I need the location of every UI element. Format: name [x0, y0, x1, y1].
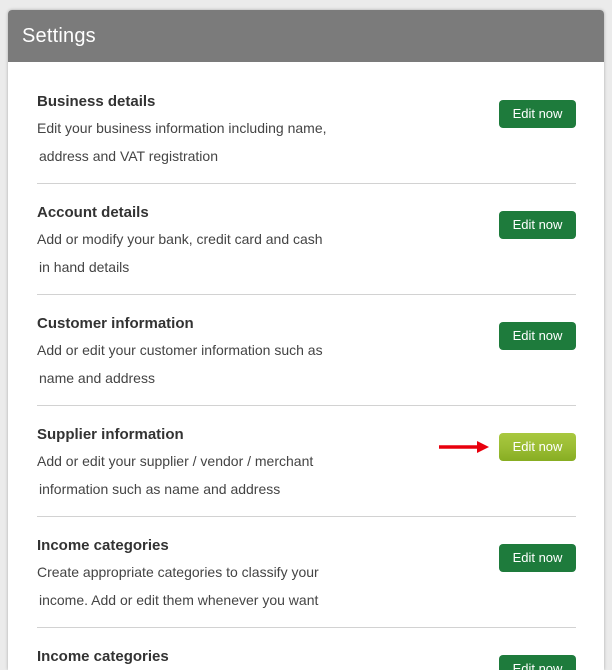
- row-title: Income categories: [37, 537, 169, 554]
- settings-page: Settings Business details Edit your busi…: [0, 0, 612, 670]
- row-description-line-2: in hand details: [39, 259, 130, 275]
- row-description-line-1: Add or edit your supplier / vendor / mer…: [37, 453, 314, 469]
- row-text: Business details Edit your business info…: [37, 92, 467, 170]
- row-description-line-2: address and VAT registration: [39, 148, 218, 164]
- settings-row-income-categories-1: Income categories Create appropriate cat…: [37, 536, 576, 628]
- settings-list: Business details Edit your business info…: [8, 62, 604, 670]
- row-title: Account details: [37, 204, 149, 221]
- page-title: Settings: [22, 25, 96, 47]
- edit-now-button[interactable]: Edit now: [499, 100, 576, 128]
- settings-row-customer-information: Customer information Add or edit your cu…: [37, 314, 576, 406]
- row-description-line-2: income. Add or edit them whenever you wa…: [39, 592, 319, 608]
- edit-now-button[interactable]: Edit now: [499, 433, 576, 461]
- row-text: Account details Add or modify your bank,…: [37, 203, 467, 281]
- settings-row-business-details: Business details Edit your business info…: [37, 92, 576, 184]
- row-title: Income categories: [37, 648, 169, 665]
- edit-now-button[interactable]: Edit now: [499, 544, 576, 572]
- settings-card: Settings Business details Edit your busi…: [8, 10, 604, 670]
- edit-now-button[interactable]: Edit now: [499, 211, 576, 239]
- row-title: Business details: [37, 93, 156, 110]
- row-description-line-1: Edit your business information including…: [37, 120, 327, 136]
- settings-row-account-details: Account details Add or modify your bank,…: [37, 203, 576, 295]
- row-description-line-1: Add or modify your bank, credit card and…: [37, 231, 323, 247]
- settings-row-supplier-information: Supplier information Add or edit your su…: [37, 425, 576, 517]
- card-header: Settings: [8, 10, 604, 62]
- row-title: Customer information: [37, 315, 194, 332]
- row-text: Customer information Add or edit your cu…: [37, 314, 467, 392]
- row-text: Supplier information Add or edit your su…: [37, 425, 467, 503]
- row-text: Income categories Create appropriate cat…: [37, 536, 467, 614]
- row-description-line-1: Add or edit your customer information su…: [37, 342, 323, 358]
- row-description-line-2: name and address: [39, 370, 155, 386]
- row-description-line-2: information such as name and address: [39, 481, 281, 497]
- row-title: Supplier information: [37, 426, 184, 443]
- edit-now-button[interactable]: Edit now: [499, 655, 576, 670]
- edit-now-button[interactable]: Edit now: [499, 322, 576, 350]
- row-description-line-1: Create appropriate categories to classif…: [37, 564, 319, 580]
